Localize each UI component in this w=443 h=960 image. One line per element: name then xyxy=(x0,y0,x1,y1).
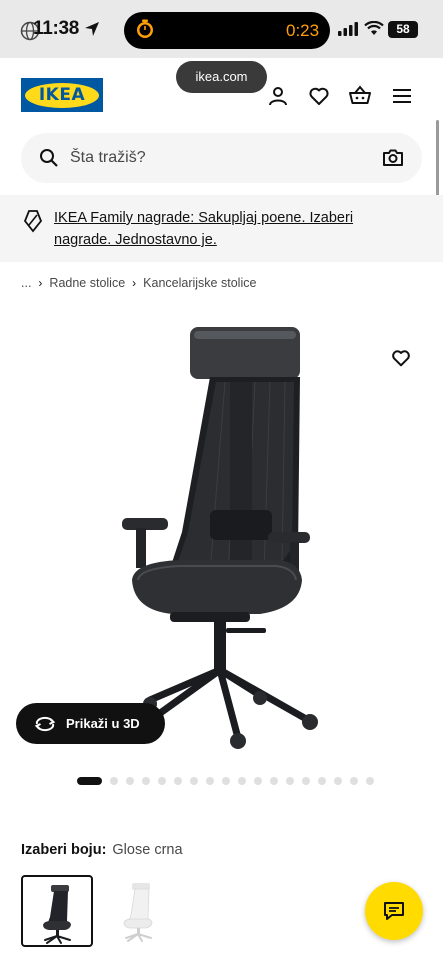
breadcrumb-item-radne-stolice[interactable]: Radne stolice xyxy=(49,276,125,290)
heart-icon[interactable] xyxy=(307,84,331,108)
chat-icon xyxy=(384,902,404,920)
color-swatch-black[interactable] xyxy=(21,875,93,947)
product-image[interactable] xyxy=(110,322,330,752)
carousel-dot[interactable] xyxy=(77,777,102,785)
color-swatch-white[interactable] xyxy=(102,875,174,947)
carousel-dot[interactable] xyxy=(350,777,358,785)
battery-indicator: 58 xyxy=(388,21,418,38)
basket-icon[interactable] xyxy=(348,84,372,108)
carousel-dot[interactable] xyxy=(318,777,326,785)
add-to-wishlist-icon[interactable] xyxy=(390,347,412,369)
family-banner-link[interactable]: IKEA Family nagrade: Sakupljaj poene. Iz… xyxy=(54,207,384,251)
product-page: 11:38 0:23 58 ikea.com IKEA Šta tražiš? … xyxy=(0,0,443,960)
rotate-3d-icon xyxy=(34,716,56,731)
chevron-right-icon: › xyxy=(38,276,43,290)
camera-icon[interactable] xyxy=(382,147,404,169)
breadcrumb-item-kancelarijske-stolice[interactable]: Kancelarijske stolice xyxy=(143,276,256,290)
cellular-signal-icon xyxy=(338,22,358,36)
carousel-dot[interactable] xyxy=(110,777,118,785)
user-icon[interactable] xyxy=(266,84,290,108)
image-carousel-indicator xyxy=(77,777,374,785)
wifi-icon xyxy=(364,21,384,35)
breadcrumb-ellipsis[interactable]: ... xyxy=(21,276,31,290)
color-value: Glose crna xyxy=(112,842,183,858)
menu-icon[interactable] xyxy=(390,84,414,108)
timer-text: 0:23 xyxy=(286,21,320,40)
carousel-dot[interactable] xyxy=(366,777,374,785)
url-pill[interactable]: ikea.com xyxy=(176,61,267,93)
view-3d-button[interactable]: Prikaži u 3D xyxy=(16,703,165,744)
carousel-dot[interactable] xyxy=(334,777,342,785)
search-input[interactable]: Šta tražiš? xyxy=(70,149,146,167)
breadcrumb: ... › Radne stolice › Kancelarijske stol… xyxy=(21,276,256,290)
ikea-logo[interactable]: IKEA xyxy=(21,78,103,112)
carousel-dot[interactable] xyxy=(238,777,246,785)
carousel-dot[interactable] xyxy=(158,777,166,785)
carousel-dot[interactable] xyxy=(222,777,230,785)
view-3d-label: Prikaži u 3D xyxy=(66,716,140,731)
logo-text: IKEA xyxy=(25,82,99,108)
timer-icon xyxy=(137,19,153,38)
carousel-dot[interactable] xyxy=(174,777,182,785)
tag-icon xyxy=(23,210,43,233)
carousel-dot[interactable] xyxy=(254,777,262,785)
scrollbar[interactable] xyxy=(436,120,439,204)
carousel-dot[interactable] xyxy=(142,777,150,785)
color-label: Izaberi boju: xyxy=(21,842,107,858)
status-time: 11:38 xyxy=(33,18,80,39)
carousel-dot[interactable] xyxy=(190,777,198,785)
white-chair-thumbnail xyxy=(123,883,153,942)
search-icon xyxy=(40,149,58,167)
carousel-dot[interactable] xyxy=(206,777,214,785)
carousel-dot[interactable] xyxy=(126,777,134,785)
carousel-dot[interactable] xyxy=(302,777,310,785)
status-bar: 11:38 0:23 58 xyxy=(0,0,443,58)
location-arrow-icon xyxy=(85,22,99,36)
color-chooser: Izaberi boju: Glose crna xyxy=(21,842,183,858)
carousel-dot[interactable] xyxy=(270,777,278,785)
black-chair-thumbnail xyxy=(43,885,71,944)
carousel-dot[interactable] xyxy=(286,777,294,785)
chat-button[interactable] xyxy=(365,882,423,940)
search-bar[interactable]: Šta tražiš? xyxy=(21,133,422,183)
chevron-right-icon: › xyxy=(132,276,137,290)
